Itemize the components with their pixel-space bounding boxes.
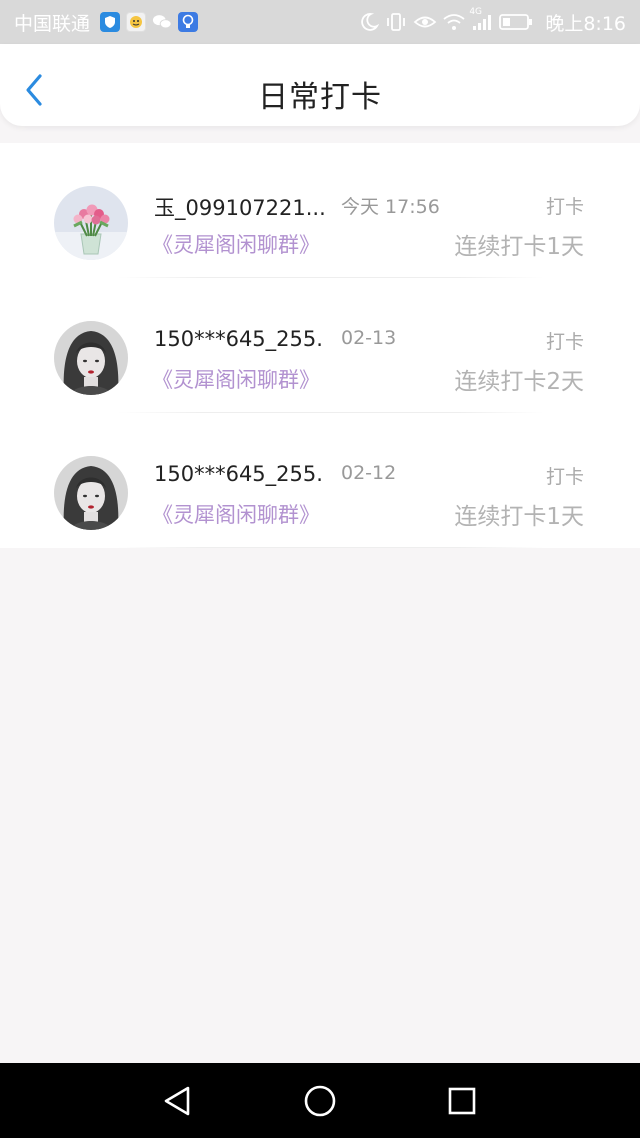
nav-home-button[interactable] <box>302 1083 338 1119</box>
flower-bouquet-avatar[interactable] <box>54 186 128 260</box>
girl-portrait-avatar[interactable] <box>54 321 128 395</box>
group-link[interactable]: 《灵犀阁闲聊群》 <box>152 229 320 259</box>
checkin-type: 打卡 <box>545 196 584 218</box>
app-header: 日常打卡 <box>0 44 640 126</box>
moon-icon <box>359 12 380 32</box>
battery-icon <box>499 13 533 31</box>
member-name: 150***645_255... <box>154 462 324 486</box>
page-title: 日常打卡 <box>258 80 382 115</box>
bulb-app-icon <box>178 12 199 32</box>
nav-recent-button[interactable] <box>444 1083 480 1119</box>
list-item[interactable]: 150***645_255... 02-13 打卡 《灵犀阁闲聊群》 连续打卡2… <box>0 278 640 413</box>
navigation-bar <box>0 1063 640 1138</box>
streak-count: 连续打卡1天 <box>454 504 584 530</box>
carrier-name: 中国联通 <box>14 12 91 35</box>
checkin-type: 打卡 <box>545 466 584 488</box>
member-name: 150***645_255... <box>154 327 324 351</box>
list-item[interactable]: 150***645_255... 02-12 打卡 《灵犀阁闲聊群》 连续打卡1… <box>0 413 640 548</box>
nav-back-button[interactable] <box>160 1083 196 1119</box>
streak-count: 连续打卡2天 <box>454 369 584 395</box>
group-link[interactable]: 《灵犀阁闲聊群》 <box>152 499 320 529</box>
status-bar-left: 中国联通 <box>14 9 199 36</box>
girl-portrait-avatar[interactable] <box>54 456 128 530</box>
vibrate-icon <box>385 12 407 32</box>
checkin-time: 今天 17:56 <box>341 196 440 218</box>
nav-home-icon <box>304 1085 336 1117</box>
list-item[interactable]: 玉_099107221... 今天 17:56 打卡 《灵犀阁闲聊群》 连续打卡… <box>0 143 640 278</box>
group-link[interactable]: 《灵犀阁闲聊群》 <box>152 364 320 394</box>
shield-app-icon <box>100 12 121 32</box>
nav-back-icon <box>164 1086 190 1116</box>
signal-icon: 4G <box>469 7 493 31</box>
streak-count: 连续打卡1天 <box>454 234 584 260</box>
checkin-time: 02-13 <box>341 327 397 349</box>
network-type-label: 4G <box>469 7 483 17</box>
status-bar: 中国联通 4G 晚上8:16 <box>0 0 640 44</box>
clock: 晚上8:16 <box>545 12 626 35</box>
divider <box>118 547 544 548</box>
wifi-icon <box>443 13 465 31</box>
face-app-icon <box>126 12 147 32</box>
wechat-icon <box>152 12 172 32</box>
nav-recent-icon <box>448 1087 476 1115</box>
member-name: 玉_099107221... <box>154 196 324 220</box>
checkin-time: 02-12 <box>341 462 397 484</box>
checkin-list: 玉_099107221... 今天 17:56 打卡 《灵犀阁闲聊群》 连续打卡… <box>0 143 640 548</box>
eye-icon <box>413 13 437 31</box>
status-bar-right: 4G 晚上8:16 <box>359 7 626 36</box>
checkin-type: 打卡 <box>545 331 584 353</box>
